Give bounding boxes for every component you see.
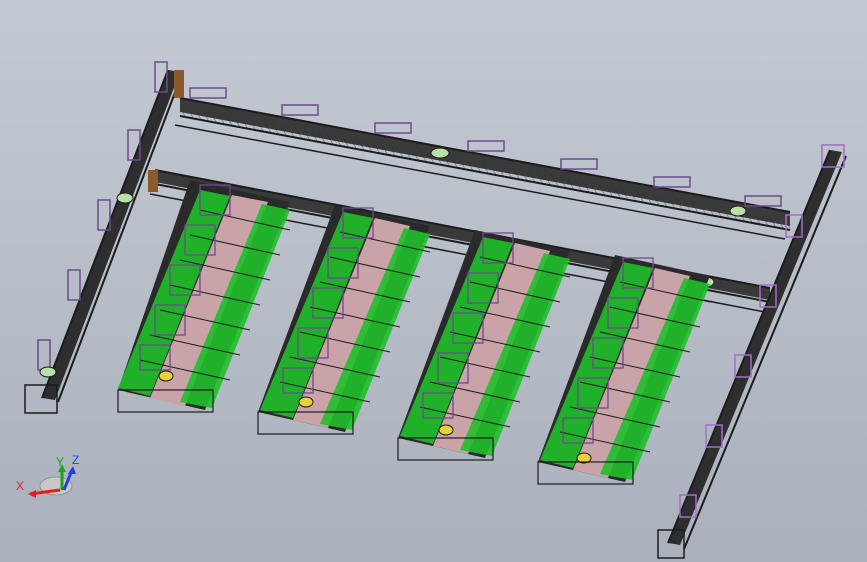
assembly-line-1[interactable] — [117, 180, 291, 413]
part-tray — [158, 370, 174, 382]
assembly-model[interactable] — [0, 0, 867, 562]
triad-y-label: Y — [56, 455, 64, 469]
transfer-pad — [39, 366, 57, 378]
motor-unit — [148, 170, 158, 192]
triad-z-label: Z — [72, 453, 79, 467]
assembly-line-3[interactable] — [397, 230, 571, 461]
transfer-pad — [729, 205, 747, 217]
motor-unit — [174, 70, 184, 98]
triad-x-label: X — [16, 479, 24, 493]
transfer-pad — [430, 147, 450, 159]
assembly-line-4[interactable] — [537, 255, 711, 485]
part-tray — [438, 424, 454, 436]
transfer-pad — [116, 192, 134, 204]
top-rail-fixtures — [189, 87, 782, 207]
cad-graphics-area[interactable]: X Y Z — [0, 0, 867, 562]
assembly-line-2[interactable] — [257, 205, 431, 435]
reference-triad: X Y Z — [16, 453, 79, 498]
part-tray — [298, 396, 314, 408]
